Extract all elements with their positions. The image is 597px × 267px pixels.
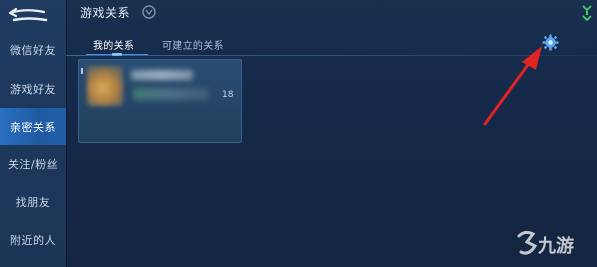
sidebar: 微信好友 游戏好友 亲密关系 关注/粉丝 找朋友 附近的人 <box>0 0 67 267</box>
app-screen: 微信好友 游戏好友 亲密关系 关注/粉丝 找朋友 附近的人 游戏关系 我的关系 … <box>0 0 597 267</box>
sidebar-item-find-friends[interactable]: 找朋友 <box>0 183 66 220</box>
avatar <box>87 66 123 106</box>
sidebar-item-label: 关注/粉丝 <box>7 157 59 171</box>
red-arrow-annotation <box>483 46 542 126</box>
watermark-text: 九游 <box>538 236 574 257</box>
sidebar-item-label: 微信好友 <box>10 43 56 57</box>
back-button[interactable] <box>4 4 50 26</box>
blurred-player-name <box>131 70 193 80</box>
card-level: 18 <box>222 90 234 100</box>
sidebar-item-label: 找朋友 <box>15 195 51 209</box>
sidebar-item-label: 游戏好友 <box>10 82 56 96</box>
relation-card[interactable]: 18 <box>78 59 242 143</box>
sidebar-item-nearby-people[interactable]: 附近的人 <box>0 221 66 258</box>
sidebar-item-wechat-friends[interactable]: 微信好友 <box>0 31 66 68</box>
page-title: 游戏关系 <box>80 6 131 20</box>
relation-badge-icon <box>142 5 156 19</box>
sidebar-item-game-friends[interactable]: 游戏好友 <box>0 70 66 107</box>
blurred-player-info <box>133 88 209 100</box>
card-edge-mark <box>81 68 83 74</box>
sidebar-item-follow-fans[interactable]: 关注/粉丝 <box>0 145 66 182</box>
tab-available-relations[interactable]: 可建立的关系 <box>162 37 224 52</box>
sidebar-item-label: 亲密关系 <box>10 120 56 134</box>
sidebar-item-intimate-relations[interactable]: 亲密关系 <box>0 108 66 145</box>
tab-my-relations[interactable]: 我的关系 <box>93 37 134 52</box>
signal-icon <box>582 5 592 22</box>
sidebar-item-label: 附近的人 <box>10 233 56 247</box>
tab-label: 我的关系 <box>93 41 135 52</box>
tab-label: 可建立的关系 <box>162 41 224 52</box>
back-arrow-icon <box>8 7 48 22</box>
